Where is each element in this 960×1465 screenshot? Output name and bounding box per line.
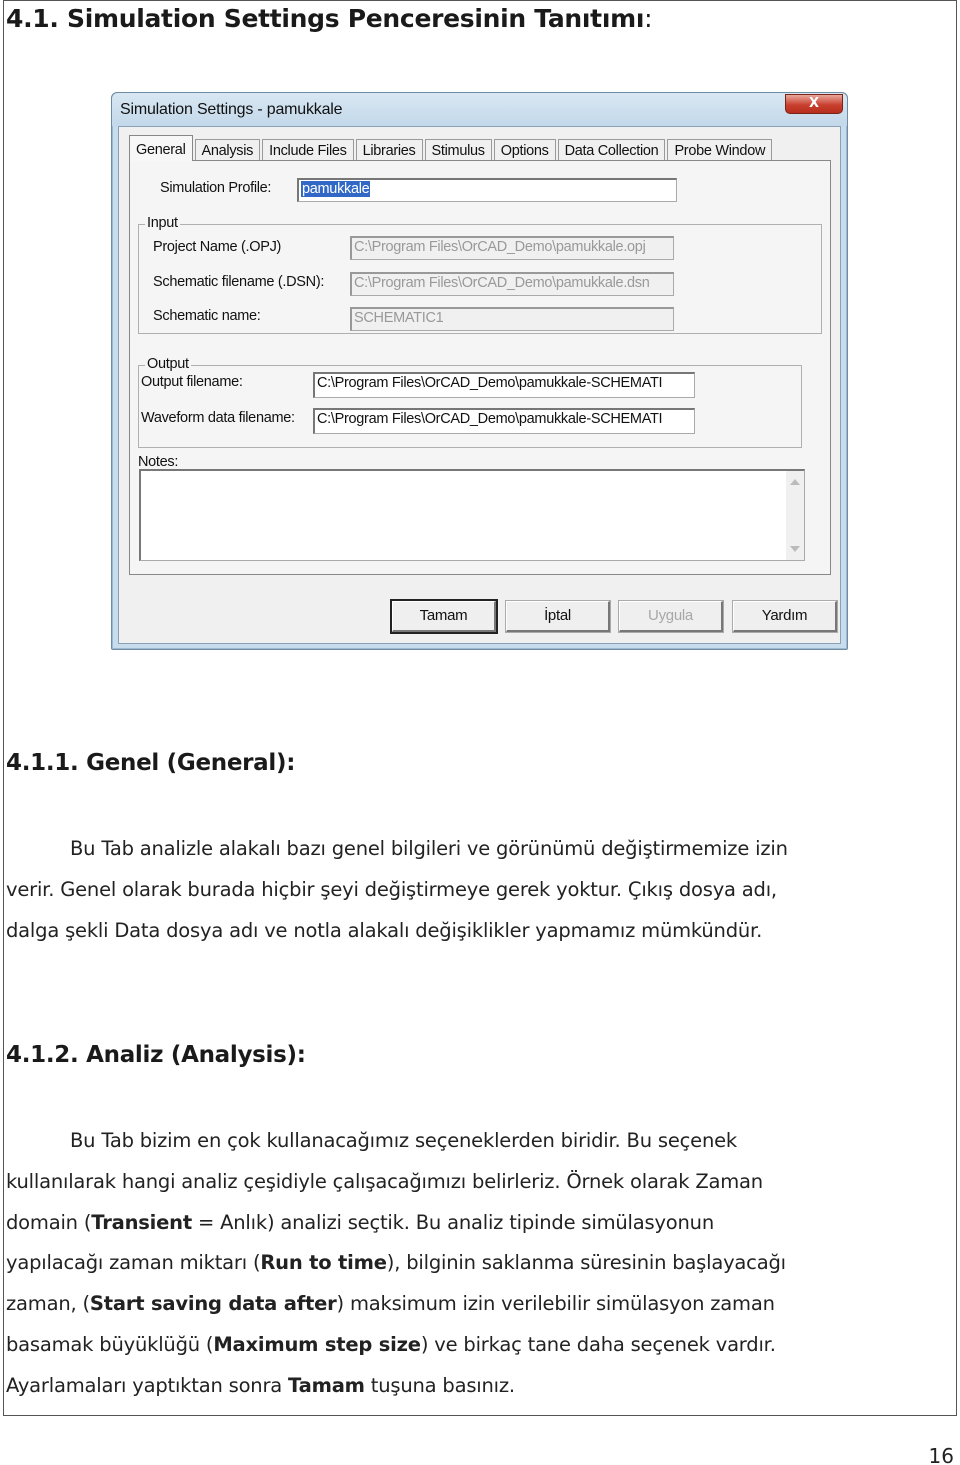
term-tamam: Tamam	[288, 1373, 365, 1397]
simulation-settings-dialog: Simulation Settings - pamukkale X Genera…	[111, 92, 848, 650]
text-line: Bu Tab bizim en çok kullanacağımız seçen…	[70, 1129, 737, 1152]
tab-probe-window[interactable]: Probe Window	[667, 139, 773, 161]
text-run: Ayarlamaları yaptıktan sonra	[6, 1373, 289, 1397]
input-group: Input Project Name (.OPJ) C:\Program Fil…	[138, 215, 822, 334]
tab-options[interactable]: Options	[493, 139, 556, 161]
tab-libraries[interactable]: Libraries	[355, 139, 423, 161]
project-name-field: C:\Program Files\OrCAD_Demo\pamukkale.op…	[350, 236, 674, 260]
text-run: domain (	[6, 1210, 92, 1234]
tab-include-files[interactable]: Include Files	[262, 139, 354, 161]
help-button[interactable]: Yardım	[733, 601, 837, 632]
close-icon: X	[808, 96, 820, 111]
dialog-titlebar[interactable]: Simulation Settings - pamukkale X	[112, 93, 847, 126]
simulation-profile-input[interactable]: pamukkale	[297, 178, 677, 202]
analysis-section-heading: 4.1.2. Analiz (Analysis):	[6, 1042, 306, 1068]
output-filename-input[interactable]: C:\Program Files\OrCAD_Demo\pamukkale-SC…	[313, 372, 695, 398]
text-line: kullanılarak hangi analiz çeşidiyle çalı…	[6, 1169, 763, 1193]
ok-button[interactable]: Tamam	[392, 601, 496, 632]
text-line: basamak büyüklüğü (Maximum step size) ve…	[6, 1325, 946, 1366]
general-section-heading: 4.1.1. Genel (General):	[6, 750, 296, 776]
simulation-profile-value: pamukkale	[301, 181, 371, 197]
heading-colon: :	[644, 4, 653, 33]
tab-data-collection[interactable]: Data Collection	[557, 139, 666, 161]
schematic-filename-label: Schematic filename (.DSN):	[153, 274, 325, 290]
text-line: domain (Transient = Anlık) analizi seçti…	[6, 1203, 946, 1244]
text-run: ), bilginin saklanma süresinin başlayaca…	[386, 1251, 786, 1275]
term-start-saving-data: Start saving data after	[89, 1292, 337, 1316]
text-run: tuşuna basınız.	[364, 1373, 515, 1397]
tab-analysis[interactable]: Analysis	[194, 139, 261, 161]
schematic-name-field: SCHEMATIC1	[350, 307, 674, 331]
text-line: Ayarlamaları yaptıktan sonra Tamam tuşun…	[6, 1366, 946, 1407]
text-run: ) maksimum izin verilebilir simülasyon z…	[336, 1292, 775, 1316]
notes-textarea[interactable]	[139, 469, 805, 561]
apply-button[interactable]: Uygula	[619, 601, 723, 632]
page-number: 16	[928, 1444, 954, 1465]
term-max-step-size: Maximum step size	[213, 1332, 421, 1356]
section-heading-text: 4.1. Simulation Settings Penceresinin Ta…	[6, 4, 645, 33]
text-line: dalga şekli Data dosya adı ve notla alak…	[6, 918, 763, 942]
text-line: verir. Genel olarak burada hiçbir şeyi d…	[6, 877, 777, 901]
tab-stimulus[interactable]: Stimulus	[424, 139, 492, 161]
tab-general[interactable]: General	[129, 135, 193, 161]
simulation-profile-label: Simulation Profile:	[160, 180, 272, 196]
output-group-legend: Output	[145, 356, 191, 372]
section-heading: 4.1. Simulation Settings Penceresinin Ta…	[6, 4, 653, 33]
text-line: yapılacağı zaman miktarı (Run to time), …	[6, 1243, 946, 1284]
general-section-text: Bu Tab analizle alakalı bazı genel bilgi…	[6, 829, 946, 951]
scroll-up-icon[interactable]	[790, 479, 800, 485]
dialog-client: General Analysis Include Files Libraries…	[118, 126, 841, 644]
notes-scrollbar[interactable]	[786, 471, 804, 560]
cancel-button[interactable]: İptal	[506, 601, 610, 632]
notes-label: Notes:	[138, 454, 179, 470]
text-line: zaman, (Start saving data after) maksimu…	[6, 1284, 946, 1325]
output-filename-label: Output filename:	[141, 374, 243, 390]
text-line: Bu Tab analizle alakalı bazı genel bilgi…	[70, 837, 788, 860]
text-run: yapılacağı zaman miktarı (	[6, 1251, 261, 1275]
dialog-title: Simulation Settings - pamukkale	[120, 101, 343, 118]
tab-bar: General Analysis Include Files Libraries…	[129, 135, 774, 161]
project-name-label: Project Name (.OPJ)	[153, 239, 282, 255]
text-run: zaman, (	[6, 1292, 90, 1316]
term-run-to-time: Run to time	[260, 1251, 387, 1275]
text-run: ) ve birkaç tane daha seçenek vardır.	[420, 1332, 776, 1356]
text-run: basamak büyüklüğü (	[6, 1332, 214, 1356]
schematic-name-label: Schematic name:	[153, 308, 261, 324]
schematic-filename-field: C:\Program Files\OrCAD_Demo\pamukkale.ds…	[350, 272, 674, 296]
output-group: Output Output filename: C:\Program Files…	[138, 356, 802, 448]
waveform-filename-input[interactable]: C:\Program Files\OrCAD_Demo\pamukkale-SC…	[313, 408, 695, 434]
text-run: = Anlık) analizi seçtik. Bu analiz tipin…	[192, 1210, 715, 1234]
close-button[interactable]: X	[785, 94, 843, 114]
waveform-filename-label: Waveform data filename:	[141, 410, 295, 426]
scroll-down-icon[interactable]	[790, 546, 800, 552]
term-transient: Transient	[91, 1210, 192, 1234]
analysis-section-text: Bu Tab bizim en çok kullanacağımız seçen…	[6, 1121, 946, 1407]
input-group-legend: Input	[145, 215, 180, 231]
